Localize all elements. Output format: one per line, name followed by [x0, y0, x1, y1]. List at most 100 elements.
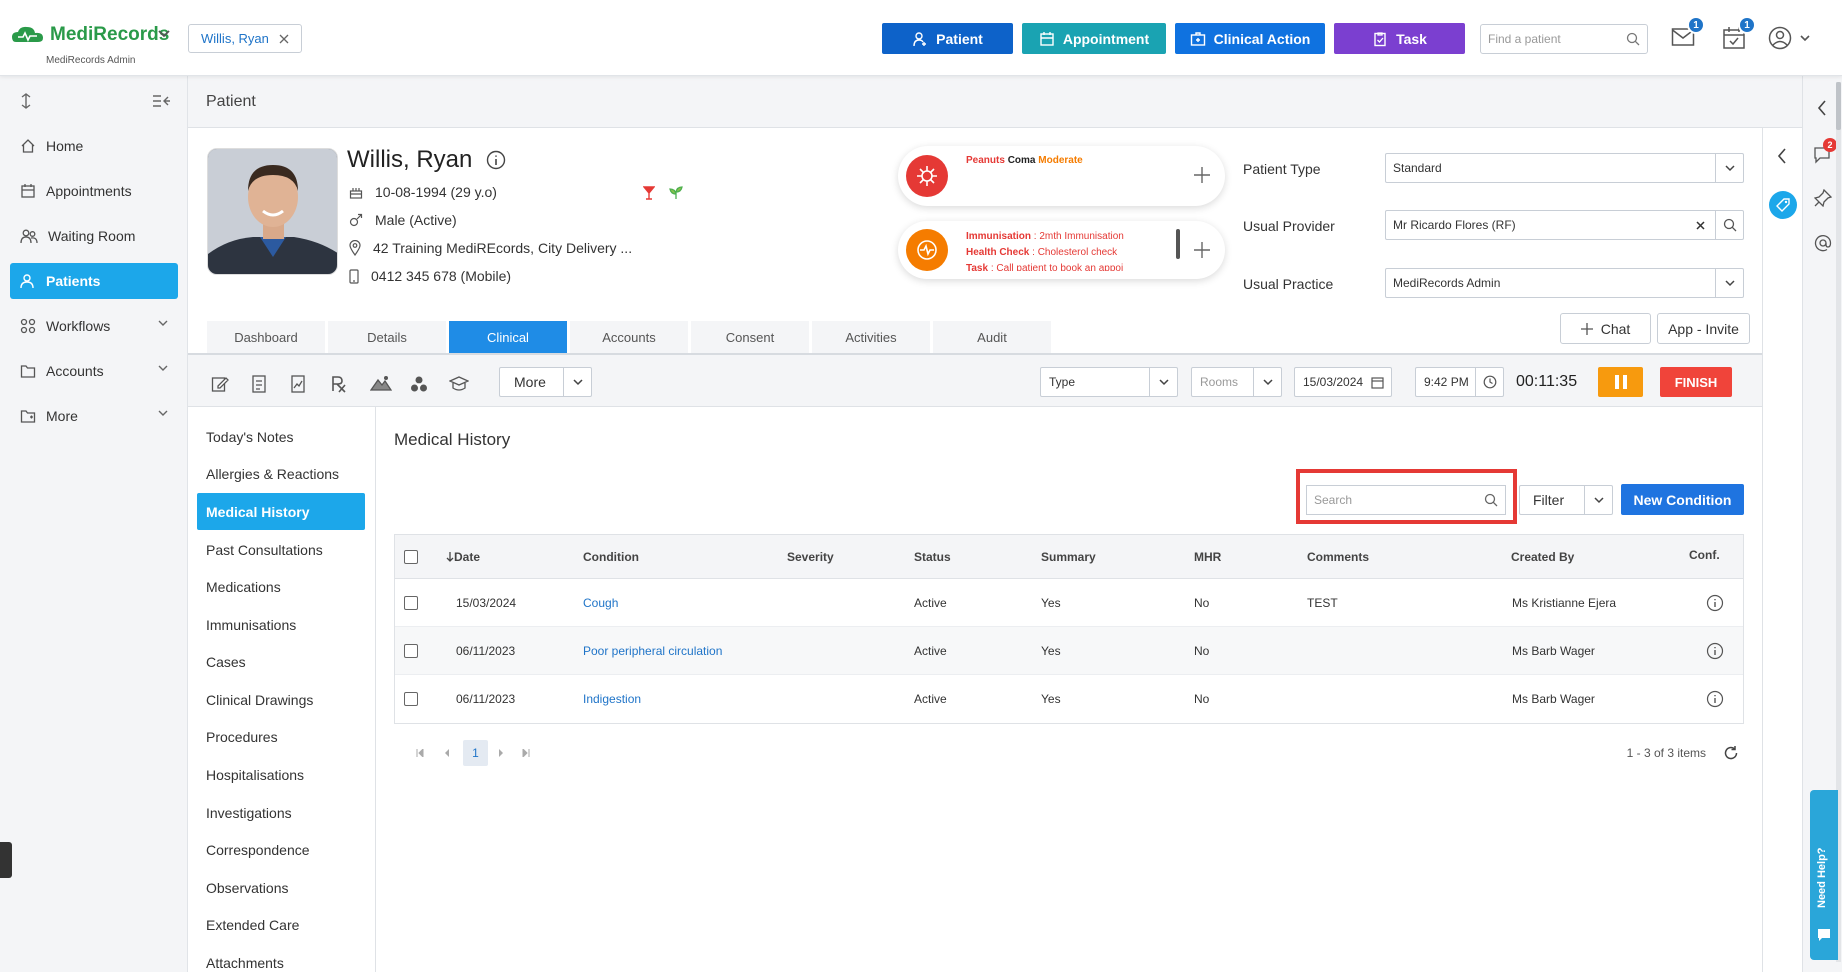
- tab-accounts[interactable]: Accounts: [570, 321, 688, 353]
- tab-consent[interactable]: Consent: [691, 321, 809, 353]
- sidebar-item-home[interactable]: Home: [10, 128, 178, 164]
- chevron-down-icon[interactable]: [1715, 269, 1743, 297]
- chat-button[interactable]: Chat: [1560, 313, 1651, 344]
- add-allergy-icon[interactable]: [1193, 166, 1211, 184]
- sidebar-item-patients[interactable]: Patients: [10, 263, 178, 299]
- rooms-select[interactable]: Rooms: [1191, 367, 1282, 397]
- column-mhr[interactable]: MHR: [1194, 535, 1221, 578]
- user-menu[interactable]: [1768, 26, 1810, 50]
- mail-button[interactable]: 1: [1671, 16, 1705, 48]
- tag-button[interactable]: [1769, 191, 1797, 219]
- column-comments[interactable]: Comments: [1307, 535, 1369, 578]
- search-icon[interactable]: [1715, 211, 1743, 239]
- column-summary[interactable]: Summary: [1041, 535, 1096, 578]
- clear-icon[interactable]: [1696, 221, 1705, 230]
- info-icon[interactable]: [1706, 579, 1724, 626]
- pin-icon[interactable]: [1814, 189, 1832, 207]
- reminders-scrollbar[interactable]: [1176, 229, 1180, 259]
- education-icon[interactable]: [449, 375, 469, 393]
- search-icon[interactable]: [1626, 32, 1640, 46]
- chevron-down-icon[interactable]: [1149, 368, 1177, 396]
- cell-condition-link[interactable]: Poor peripheral circulation: [583, 627, 722, 674]
- document-icon[interactable]: [252, 375, 266, 393]
- submenu-cases[interactable]: Cases: [197, 643, 365, 680]
- submenu-past-consultations[interactable]: Past Consultations: [197, 531, 365, 568]
- reminders-alert-card[interactable]: Immunisation : 2mth Immunisation Health …: [898, 221, 1225, 279]
- notifications-button[interactable]: 2: [1813, 138, 1837, 164]
- find-patient-input[interactable]: Find a patient: [1480, 24, 1648, 54]
- tab-details[interactable]: Details: [328, 321, 446, 353]
- column-conf[interactable]: Conf.: [1689, 533, 1720, 576]
- medirecords-logo[interactable]: MediRecords: [10, 24, 169, 46]
- info-icon[interactable]: [486, 150, 506, 170]
- select-all-checkbox[interactable]: [404, 535, 418, 578]
- first-page-icon[interactable]: [416, 749, 424, 757]
- submenu-medications[interactable]: Medications: [197, 568, 365, 605]
- table-row[interactable]: 06/11/2023 Indigestion Active Yes No Ms …: [395, 675, 1743, 723]
- app-invite-button[interactable]: App - Invite: [1657, 313, 1750, 344]
- close-icon[interactable]: [279, 34, 289, 44]
- submenu-extended-care[interactable]: Extended Care: [197, 906, 365, 943]
- allergy-alert-card[interactable]: Peanuts Coma Moderate: [898, 146, 1225, 206]
- chevron-down-icon[interactable]: [1715, 154, 1743, 182]
- mountain-icon[interactable]: [370, 375, 392, 391]
- date-input[interactable]: 15/03/2024: [1294, 367, 1392, 397]
- column-condition[interactable]: Condition: [583, 535, 639, 578]
- submenu-allergies[interactable]: Allergies & Reactions: [197, 455, 365, 492]
- sidebar-item-more[interactable]: More: [10, 398, 178, 434]
- new-task-button[interactable]: Task: [1334, 23, 1465, 54]
- submenu-correspondence[interactable]: Correspondence: [197, 831, 365, 868]
- prev-page-icon[interactable]: [444, 749, 450, 757]
- tab-audit[interactable]: Audit: [933, 321, 1051, 353]
- new-condition-button[interactable]: New Condition: [1621, 484, 1744, 515]
- need-help-tab[interactable]: Need Help?: [1810, 790, 1838, 960]
- side-drawer-handle[interactable]: [0, 842, 12, 878]
- chevron-down-icon[interactable]: [563, 368, 591, 396]
- submenu-investigations[interactable]: Investigations: [197, 794, 365, 831]
- current-page[interactable]: 1: [463, 740, 488, 766]
- clock-icon[interactable]: [1475, 368, 1503, 396]
- last-page-icon[interactable]: [522, 749, 530, 757]
- edit-note-icon[interactable]: [211, 375, 229, 393]
- clinical-action-button[interactable]: Clinical Action: [1175, 23, 1325, 54]
- resize-handle-icon[interactable]: [20, 93, 32, 109]
- next-page-icon[interactable]: [498, 749, 504, 757]
- row-checkbox[interactable]: [404, 579, 418, 626]
- chevron-down-icon[interactable]: [158, 30, 170, 38]
- column-date[interactable]: Date: [446, 535, 480, 578]
- sidebar-item-workflows[interactable]: Workflows: [10, 308, 178, 344]
- chevron-left-icon[interactable]: [1777, 148, 1787, 164]
- prescription-icon[interactable]: [330, 375, 348, 393]
- time-input[interactable]: 9:42 PM: [1415, 367, 1504, 397]
- table-row[interactable]: 06/11/2023 Poor peripheral circulation A…: [395, 627, 1743, 675]
- finish-button[interactable]: FINISH: [1660, 367, 1732, 397]
- sidebar-item-accounts[interactable]: Accounts: [10, 353, 178, 389]
- tab-dashboard[interactable]: Dashboard: [207, 321, 325, 353]
- tab-clinical[interactable]: Clinical: [449, 321, 567, 353]
- sidebar-item-waiting-room[interactable]: Waiting Room: [10, 218, 178, 254]
- chevron-down-icon[interactable]: [1253, 368, 1281, 396]
- column-created-by[interactable]: Created By: [1511, 535, 1574, 578]
- table-row[interactable]: 15/03/2024 Cough Active Yes No TEST Ms K…: [395, 579, 1743, 627]
- submenu-observations[interactable]: Observations: [197, 869, 365, 906]
- row-checkbox[interactable]: [404, 627, 418, 674]
- new-appointment-button[interactable]: Appointment: [1022, 23, 1166, 54]
- patient-type-select[interactable]: Standard: [1385, 153, 1744, 183]
- chevron-down-icon[interactable]: [1584, 486, 1612, 514]
- biohazard-icon[interactable]: [410, 375, 428, 393]
- submenu-procedures[interactable]: Procedures: [197, 718, 365, 755]
- submenu-clinical-drawings[interactable]: Clinical Drawings: [197, 681, 365, 718]
- submenu-hospitalisations[interactable]: Hospitalisations: [197, 756, 365, 793]
- column-status[interactable]: Status: [914, 535, 951, 578]
- submenu-attachments[interactable]: Attachments: [197, 944, 365, 972]
- more-tools-dropdown[interactable]: More: [499, 367, 592, 397]
- submenu-immunisations[interactable]: Immunisations: [197, 606, 365, 643]
- row-checkbox[interactable]: [404, 675, 418, 723]
- cell-condition-link[interactable]: Cough: [583, 579, 618, 626]
- type-select[interactable]: Type: [1040, 367, 1178, 397]
- add-reminder-icon[interactable]: [1193, 241, 1211, 259]
- chevron-left-icon[interactable]: [1817, 100, 1827, 116]
- cell-condition-link[interactable]: Indigestion: [583, 675, 641, 723]
- usual-practice-select[interactable]: MediRecords Admin: [1385, 268, 1744, 298]
- column-severity[interactable]: Severity: [787, 535, 834, 578]
